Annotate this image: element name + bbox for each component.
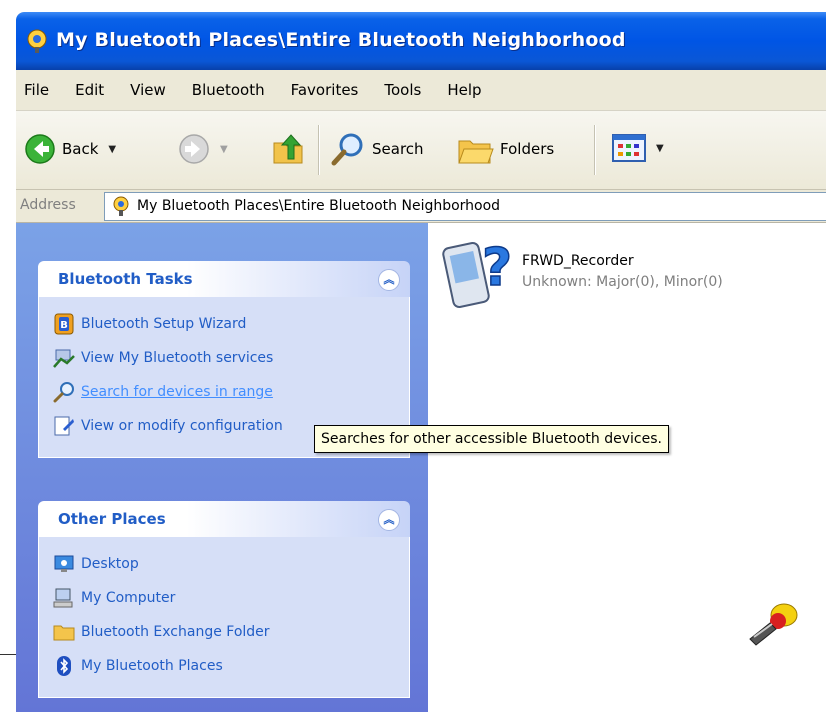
search-label: Search <box>372 140 424 158</box>
place-label: Bluetooth Exchange Folder <box>81 624 270 640</box>
other-places-panel: Other Places ︽ Desktop My Computer Bluet… <box>38 501 410 698</box>
collapse-chevron-icon[interactable]: ︽ <box>378 269 400 291</box>
task-label: Bluetooth Setup Wizard <box>81 316 247 332</box>
forward-arrow-icon <box>179 134 209 164</box>
task-bluetooth-setup-wizard[interactable]: B Bluetooth Setup Wizard <box>53 307 397 341</box>
other-places-header[interactable]: Other Places ︽ <box>38 501 410 537</box>
search-button[interactable]: Search <box>330 131 424 167</box>
device-name: FRWD_Recorder <box>522 253 634 269</box>
folder-icon <box>53 625 75 641</box>
place-desktop[interactable]: Desktop <box>53 547 397 581</box>
menu-favorites[interactable]: Favorites <box>279 81 373 99</box>
address-bar: Address My Bluetooth Places\Entire Bluet… <box>16 190 826 223</box>
address-label: Address <box>20 197 76 213</box>
task-label: View or modify configuration <box>81 418 283 434</box>
up-folder-icon <box>273 134 303 164</box>
edge-line <box>0 654 16 655</box>
setup-wizard-icon: B <box>54 313 74 335</box>
menu-help[interactable]: Help <box>435 81 495 99</box>
title-bar[interactable]: My Bluetooth Places\Entire Bluetooth Nei… <box>16 12 826 70</box>
desktop-icon <box>54 555 74 572</box>
configuration-icon <box>54 416 74 436</box>
address-value: My Bluetooth Places\Entire Bluetooth Nei… <box>137 198 501 214</box>
menu-bluetooth[interactable]: Bluetooth <box>180 81 279 99</box>
back-label: Back <box>62 140 99 158</box>
up-folder-button[interactable] <box>270 131 306 167</box>
svg-text:?: ? <box>482 238 510 298</box>
device-description: Unknown: Major(0), Minor(0) <box>522 274 723 290</box>
tooltip: Searches for other accessible Bluetooth … <box>314 425 669 453</box>
search-icon <box>53 382 74 403</box>
views-icon <box>612 134 646 162</box>
search-cursor-icon <box>749 603 798 646</box>
place-my-computer[interactable]: My Computer <box>53 581 397 615</box>
other-places-title: Other Places <box>58 510 166 528</box>
svg-text:B: B <box>60 320 68 331</box>
bluetooth-places-icon <box>27 29 47 53</box>
services-icon <box>53 349 75 368</box>
toolbar-separator <box>318 125 319 175</box>
views-button[interactable]: ▼ <box>612 133 664 163</box>
window-title: My Bluetooth Places\Entire Bluetooth Nei… <box>56 29 626 51</box>
bluetooth-places-icon <box>113 196 129 216</box>
forward-dropdown-icon[interactable]: ▼ <box>220 144 228 155</box>
task-view-my-bluetooth-services[interactable]: View My Bluetooth services <box>53 341 397 375</box>
back-arrow-icon <box>25 134 55 164</box>
task-search-for-devices[interactable]: Search for devices in range <box>53 375 397 409</box>
collapse-chevron-icon[interactable]: ︽ <box>378 509 400 531</box>
toolbar: Back ▼ ▼ Search Folders ▼ <box>16 111 826 190</box>
content-area: ? FRWD_Recorder Unknown: Major(0), Minor… <box>428 223 826 712</box>
task-pane: Bluetooth Tasks ︽ B Bluetooth Setup Wiza… <box>16 223 428 712</box>
bluetooth-icon <box>57 656 71 676</box>
place-label: My Bluetooth Places <box>81 658 223 674</box>
menu-view[interactable]: View <box>118 81 180 99</box>
menu-bar: File Edit View Bluetooth Favorites Tools… <box>16 70 826 111</box>
forward-button[interactable]: ▼ <box>178 133 228 165</box>
bluetooth-tasks-title: Bluetooth Tasks <box>58 270 193 288</box>
unknown-device-icon: ? <box>442 237 510 308</box>
folders-icon <box>458 140 494 164</box>
views-dropdown-icon[interactable]: ▼ <box>656 143 664 154</box>
task-label: View My Bluetooth services <box>81 350 274 366</box>
toolbar-separator <box>594 125 595 175</box>
bluetooth-tasks-header[interactable]: Bluetooth Tasks ︽ <box>38 261 410 297</box>
menu-file[interactable]: File <box>16 81 63 99</box>
folders-button[interactable]: Folders <box>456 131 554 167</box>
address-input[interactable]: My Bluetooth Places\Entire Bluetooth Nei… <box>104 192 826 221</box>
back-button[interactable]: Back ▼ <box>24 133 116 165</box>
menu-tools[interactable]: Tools <box>372 81 435 99</box>
task-label: Search for devices in range <box>81 384 273 400</box>
place-bluetooth-exchange-folder[interactable]: Bluetooth Exchange Folder <box>53 615 397 649</box>
back-dropdown-icon[interactable]: ▼ <box>108 144 116 155</box>
other-places-body: Desktop My Computer Bluetooth Exchange F… <box>38 537 410 698</box>
menu-edit[interactable]: Edit <box>63 81 118 99</box>
search-icon <box>331 133 363 166</box>
my-computer-icon <box>53 588 73 608</box>
place-my-bluetooth-places[interactable]: My Bluetooth Places <box>53 649 397 683</box>
place-label: Desktop <box>81 556 139 572</box>
folders-label: Folders <box>500 140 555 158</box>
place-label: My Computer <box>81 590 176 606</box>
explorer-window: My Bluetooth Places\Entire Bluetooth Nei… <box>16 12 826 712</box>
